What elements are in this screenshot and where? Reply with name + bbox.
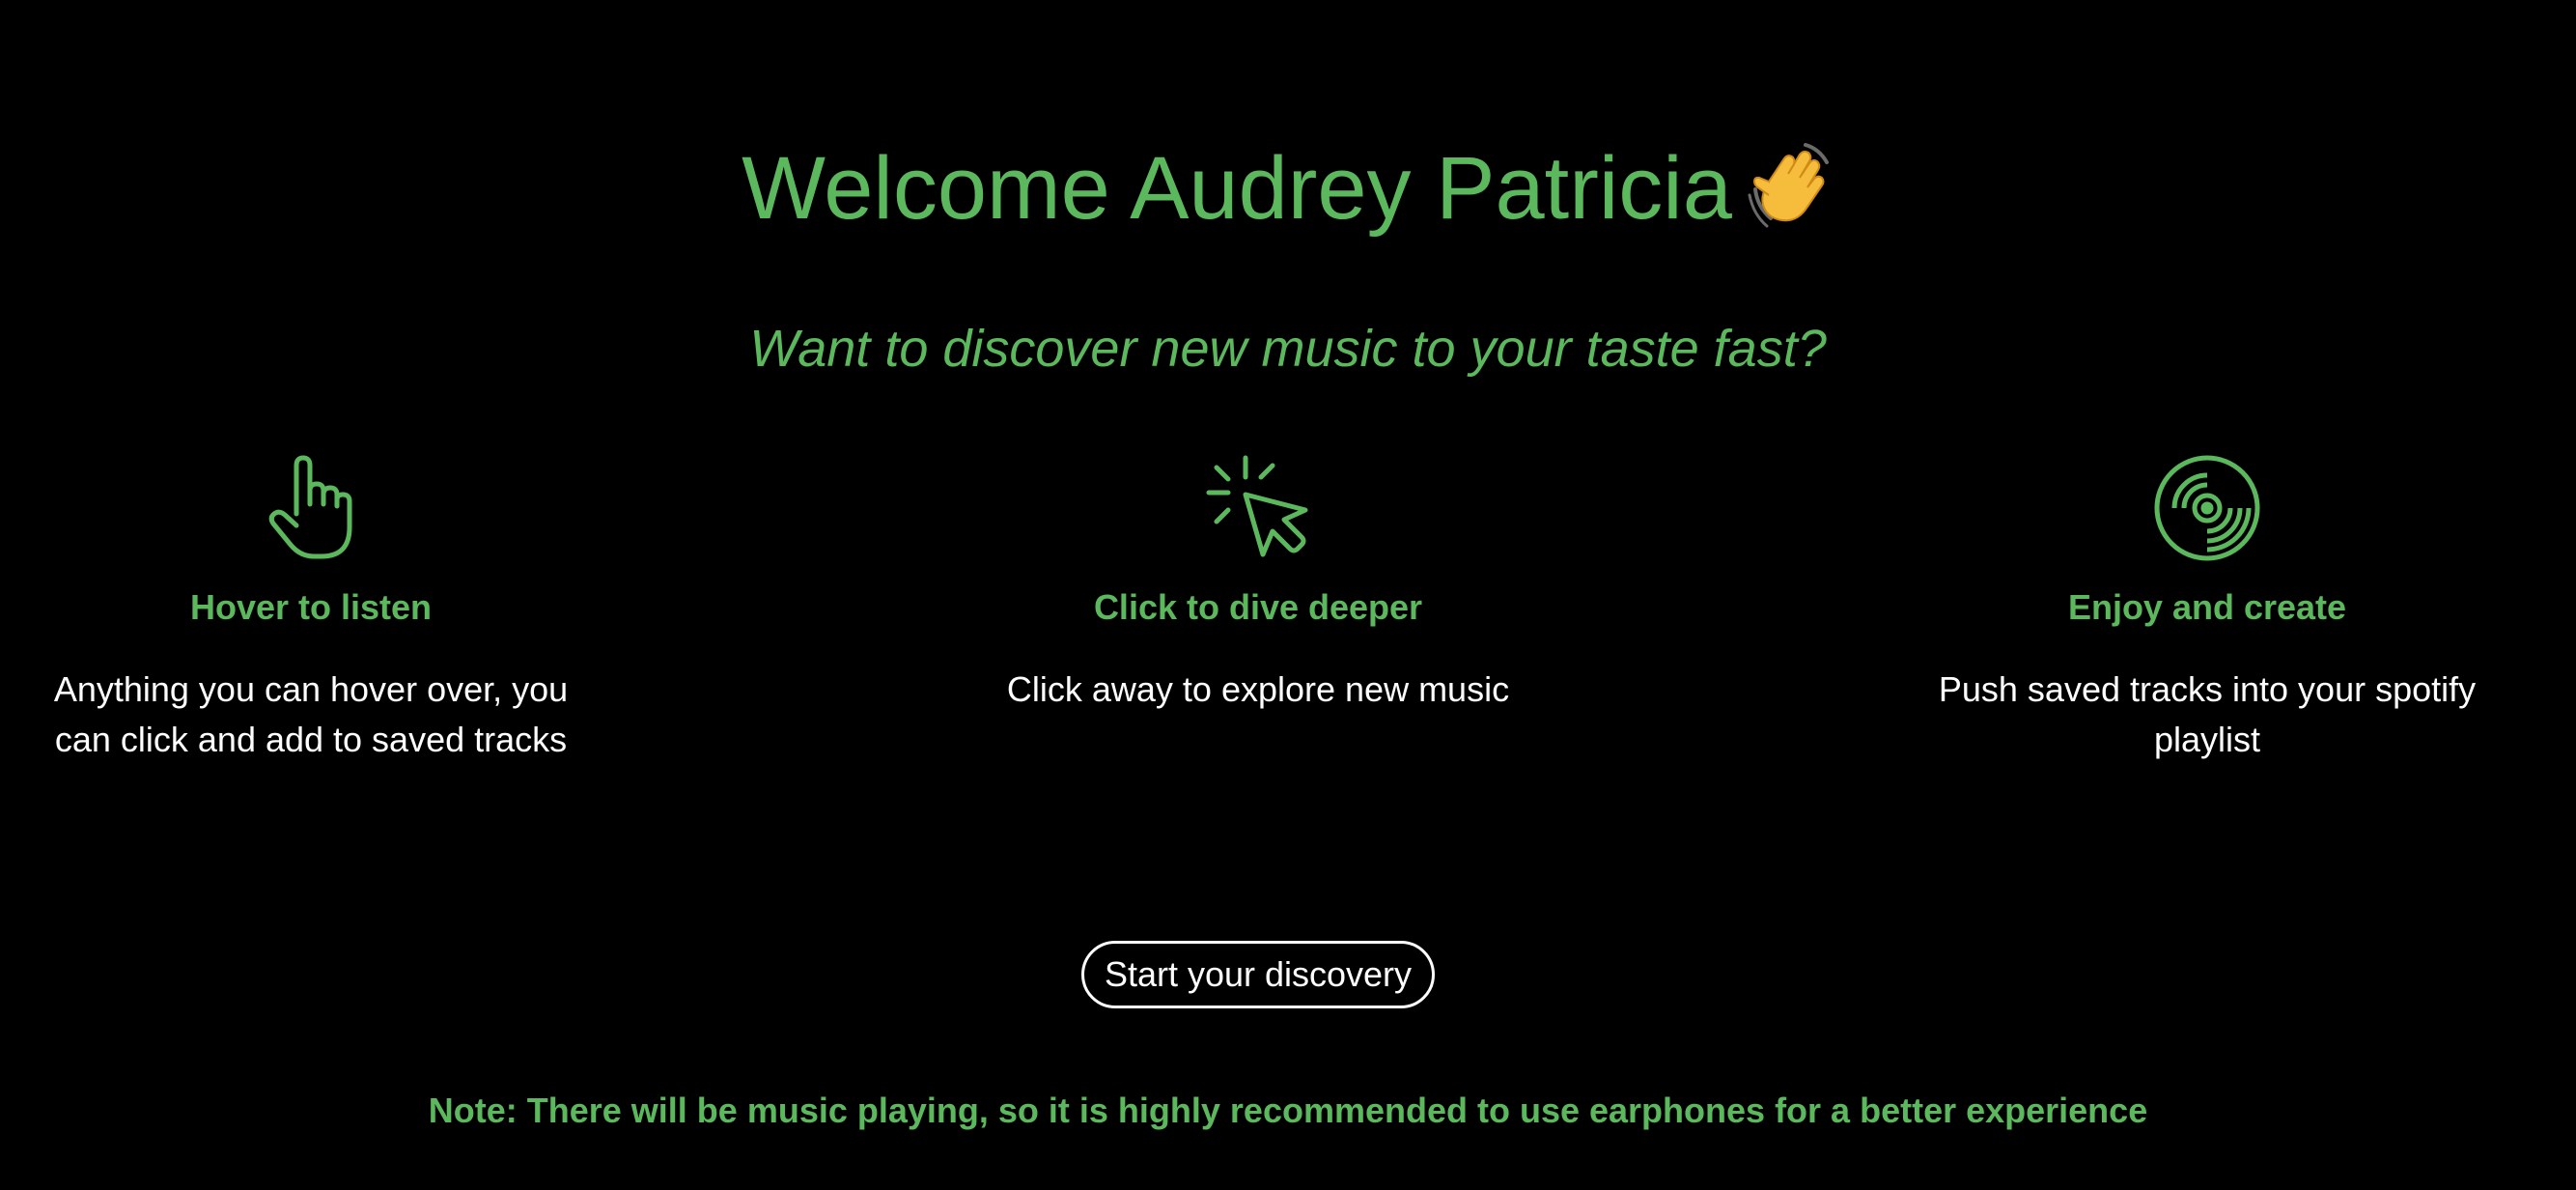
feature-description: Anything you can hover over, you can cli… (53, 669, 569, 759)
subtitle: Want to discover new music to your taste… (749, 320, 1827, 378)
feature-title: Hover to listen (189, 587, 433, 627)
welcome-greeting: Welcome (742, 139, 1110, 238)
user-name: Audrey Patricia (1130, 139, 1732, 238)
earphones-note: Note: There will be music playing, so it… (428, 1091, 2148, 1130)
cursor-click-icon (920, 454, 1596, 566)
page-title: Welcome Audrey Patricia (0, 126, 2576, 265)
waving-hand-icon (1746, 139, 1834, 265)
feature-description: Push saved tracks into your spotify play… (1938, 669, 2477, 759)
feature-click: Click to dive deeper Click away to explo… (920, 454, 1596, 715)
feature-enjoy: Enjoy and create Push saved tracks into … (1869, 454, 2545, 765)
start-discovery-button[interactable]: Start your discovery (1081, 941, 1435, 1008)
pointing-hand-icon (0, 454, 649, 566)
welcome-page: Welcome Audrey Patricia Want to discover … (0, 0, 2576, 1190)
feature-description: Click away to explore new music (1006, 669, 1510, 709)
feature-title: Enjoy and create (2067, 587, 2347, 627)
vinyl-record-icon (1869, 454, 2545, 566)
feature-hover: Hover to listen Anything you can hover o… (0, 454, 649, 765)
feature-title: Click to dive deeper (1093, 587, 1423, 627)
